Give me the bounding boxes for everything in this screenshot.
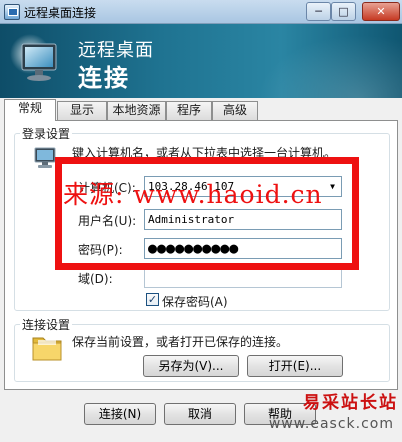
save-as-button[interactable]: 另存为(V)... (143, 355, 239, 377)
folder-icon (32, 337, 62, 361)
login-settings-title: 登录设置 (20, 125, 73, 142)
minimize-button[interactable]: ─ (306, 2, 331, 21)
cancel-button[interactable]: 取消 (164, 403, 236, 425)
maximize-button[interactable]: □ (331, 2, 356, 21)
remote-desktop-app-icon (4, 4, 20, 20)
domain-field[interactable] (144, 267, 342, 288)
tab-local-resources[interactable]: 本地资源 (107, 101, 166, 120)
tab-general[interactable]: 常规 (4, 99, 56, 121)
tab-display[interactable]: 显示 (57, 101, 107, 120)
open-button[interactable]: 打开(E)... (247, 355, 343, 377)
header-banner: 远程桌面 连接 (0, 24, 402, 98)
save-password-label[interactable]: 保存密码(A) (162, 293, 228, 310)
corner-watermark-url: www.easck.com (268, 416, 394, 432)
window-title: 远程桌面连接 (24, 6, 97, 20)
connect-button[interactable]: 连接(N) (84, 403, 156, 425)
monitor-icon (10, 34, 57, 81)
tab-advanced[interactable]: 高级 (212, 101, 258, 120)
tab-programs[interactable]: 程序 (166, 101, 212, 120)
connection-description: 保存当前设置，或者打开已保存的连接。 (72, 335, 289, 349)
banner-swirl-decoration (240, 24, 402, 98)
source-watermark: 来源: www.haoid.cn (63, 180, 323, 209)
banner-title-line2: 连接 (78, 64, 130, 92)
domain-label: 域(D): (78, 272, 113, 286)
save-password-checkbox[interactable]: ✓ (146, 293, 159, 306)
close-button[interactable]: ✕ (362, 2, 400, 21)
corner-watermark-site: 易采站长站 (303, 393, 398, 413)
highlight-box (55, 157, 359, 270)
